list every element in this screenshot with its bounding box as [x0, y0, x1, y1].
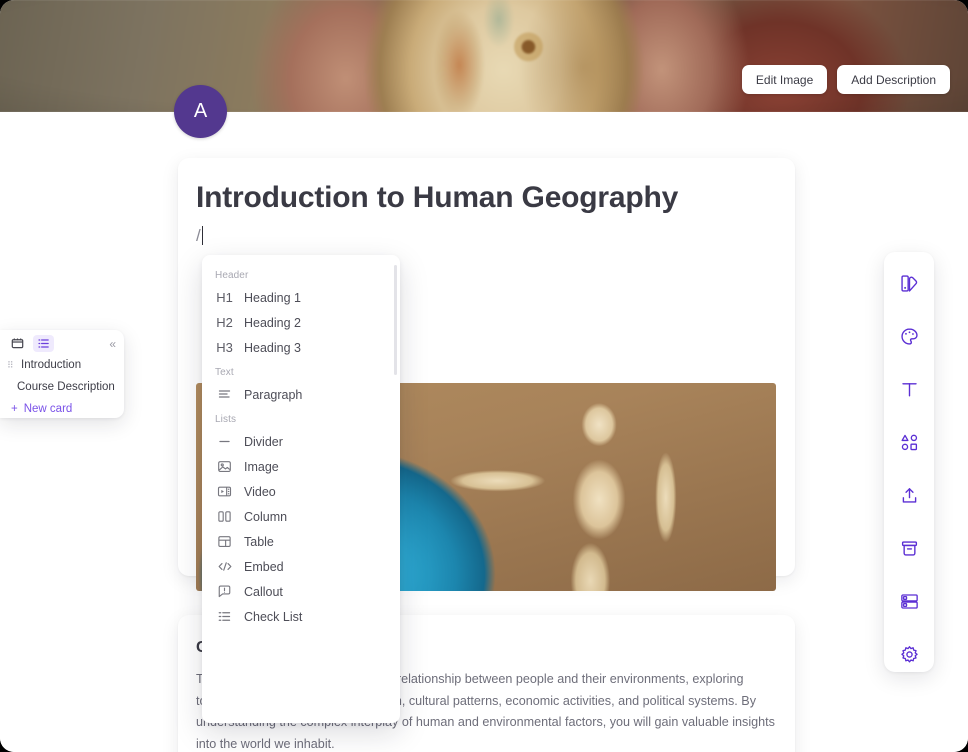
collapse-panel-icon[interactable]: « — [109, 338, 118, 350]
hero-action-bar: Edit Image Add Description — [741, 65, 950, 94]
h2-icon: H2 — [216, 315, 233, 330]
archive-icon-button[interactable] — [892, 531, 926, 565]
menu-item-label: Paragraph — [244, 387, 303, 402]
column-icon — [216, 508, 233, 525]
slash-command-line[interactable]: / — [178, 215, 795, 245]
edit-image-button[interactable]: Edit Image — [741, 65, 828, 94]
text-caret — [201, 226, 204, 245]
hero-vignette — [0, 0, 968, 112]
add-description-button[interactable]: Add Description — [837, 65, 950, 94]
menu-scrollbar[interactable] — [394, 265, 397, 375]
outline-item-label: Introduction — [21, 359, 82, 371]
menu-item-table[interactable]: Table — [202, 529, 400, 554]
menu-item-paragraph[interactable]: Paragraph — [202, 382, 400, 407]
gear-icon-button[interactable] — [892, 637, 926, 671]
menu-item-label: Check List — [244, 609, 303, 624]
upload-icon-button[interactable] — [892, 478, 926, 512]
menu-group-label-text: Text — [215, 367, 234, 378]
layout-icon-button[interactable] — [892, 584, 926, 618]
menu-item-label: Callout — [244, 584, 283, 599]
image-icon — [216, 458, 233, 475]
menu-item-embed[interactable]: Embed — [202, 554, 400, 579]
outline-item-introduction[interactable]: ⠿ Introduction — [0, 354, 124, 376]
menu-item-label: Table — [244, 534, 274, 549]
avatar[interactable]: A — [174, 85, 227, 138]
hero-banner — [0, 0, 968, 112]
tab-outline[interactable] — [33, 335, 54, 352]
menu-group-label-header: Header — [215, 270, 249, 281]
new-card-label: New card — [23, 403, 73, 415]
embed-icon — [216, 558, 233, 575]
menu-item-label: Heading 1 — [244, 290, 301, 305]
outline-panel-header: « — [0, 333, 124, 354]
shapes-icon-button[interactable] — [892, 425, 926, 459]
outline-item-label: Course Description — [17, 381, 115, 393]
drag-handle-icon[interactable]: ⠿ — [7, 360, 15, 370]
palette-icon-button[interactable] — [892, 319, 926, 353]
menu-item-callout[interactable]: Callout — [202, 579, 400, 604]
menu-item-column[interactable]: Column — [202, 504, 400, 529]
menu-item-label: Image — [244, 459, 279, 474]
video-icon — [216, 483, 233, 500]
menu-item-label: Video — [244, 484, 276, 499]
check-list-icon — [216, 608, 233, 625]
menu-item-check-list[interactable]: Check List — [202, 604, 400, 629]
plus-icon: + — [11, 403, 18, 415]
menu-item-heading-2[interactable]: H2 Heading 2 — [202, 310, 400, 335]
outline-panel: « ⠿ Introduction Course Description + Ne… — [0, 330, 124, 418]
menu-item-heading-1[interactable]: H1 Heading 1 — [202, 285, 400, 310]
menu-item-label: Column — [244, 509, 288, 524]
slash-command-menu[interactable]: Header H1 Heading 1 H2 Heading 2 H3 Head… — [202, 255, 400, 723]
page-title[interactable]: Introduction to Human Geography — [178, 158, 795, 215]
menu-item-video[interactable]: Video — [202, 479, 400, 504]
slash-command-text: / — [196, 226, 201, 245]
app-window: Edit Image Add Description A Introductio… — [0, 0, 968, 752]
document-canvas: Introduction to Human Geography / Course… — [0, 112, 968, 752]
new-card-button[interactable]: + New card — [0, 398, 124, 420]
outline-item-course-description[interactable]: Course Description — [0, 376, 124, 398]
h1-icon: H1 — [216, 290, 233, 305]
divider-icon — [216, 433, 233, 450]
right-toolbar — [884, 252, 934, 672]
menu-group-label-lists: Lists — [215, 414, 237, 425]
menu-item-label: Heading 3 — [244, 340, 301, 355]
paragraph-icon — [216, 386, 233, 403]
menu-item-label: Divider — [244, 434, 283, 449]
menu-item-label: Embed — [244, 559, 284, 574]
menu-item-heading-3[interactable]: H3 Heading 3 — [202, 335, 400, 360]
table-icon — [216, 533, 233, 550]
callout-icon — [216, 583, 233, 600]
text-t-icon-button[interactable] — [892, 372, 926, 406]
theme-book-icon-button[interactable] — [892, 266, 926, 300]
menu-item-label: Heading 2 — [244, 315, 301, 330]
h3-icon: H3 — [216, 340, 233, 355]
menu-item-divider[interactable]: Divider — [202, 429, 400, 454]
menu-item-image[interactable]: Image — [202, 454, 400, 479]
tab-board[interactable] — [7, 335, 28, 352]
